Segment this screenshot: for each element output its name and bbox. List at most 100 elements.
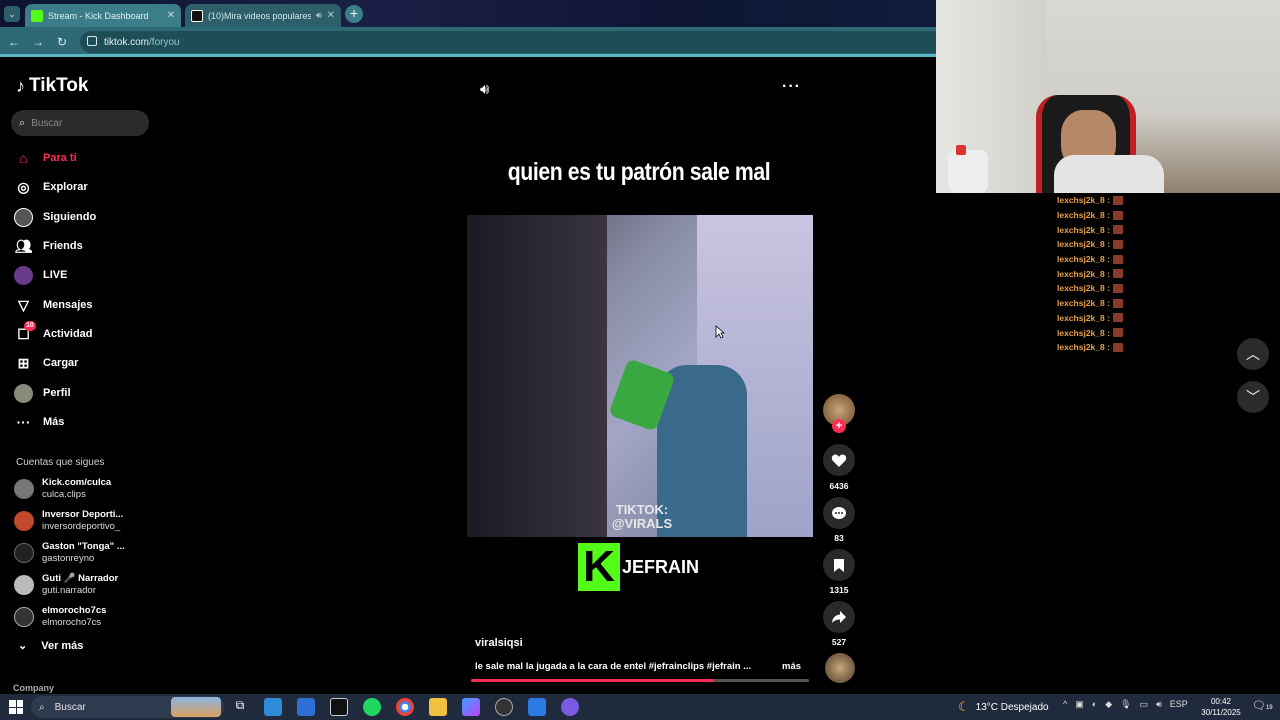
nav-actividad[interactable]: ☐ 10 Actividad: [14, 320, 93, 346]
windows-start-icon[interactable]: [9, 700, 23, 714]
weather-widget[interactable]: ☾ 13°C Despejado: [958, 699, 1049, 715]
following-account[interactable]: Inversor Deporti... inversordeportivo_: [14, 509, 123, 533]
reload-icon[interactable]: ↻: [53, 33, 71, 51]
notification-count: 19: [1265, 705, 1273, 711]
notifications-icon[interactable]: 🗨︎19: [1252, 699, 1273, 712]
nav-perfil[interactable]: Perfil: [14, 381, 71, 405]
volume-icon[interactable]: 🔊︎: [480, 81, 489, 98]
url-input[interactable]: tiktok.com/foryou: [80, 31, 936, 53]
account-name: Guti 🎤 Narrador: [42, 573, 119, 584]
see-more-button[interactable]: ⌄ Ver más: [18, 639, 83, 653]
nav-explorar[interactable]: ◎ Explorar: [14, 175, 87, 199]
video-person-foreground: [467, 215, 607, 537]
file-explorer-icon[interactable]: [429, 698, 447, 716]
friends-icon: 👥︎: [14, 237, 33, 254]
taskbar-clock[interactable]: 00:42 30/11/2025: [1200, 696, 1242, 718]
store-icon[interactable]: [264, 698, 282, 716]
nav-mas[interactable]: ··· Más: [14, 410, 65, 434]
tray-app-icon[interactable]: ◆: [1105, 699, 1112, 710]
microphone-icon[interactable]: 🎙︎: [1120, 699, 1131, 710]
more-options-icon[interactable]: ···: [782, 78, 801, 96]
share-arrow-icon: [832, 611, 846, 623]
kick-icon: [31, 9, 43, 22]
like-count: 6436: [829, 481, 849, 491]
following-account[interactable]: Kick.com/culca culca.clips: [14, 477, 111, 501]
share-button[interactable]: [823, 601, 855, 633]
copilot-icon[interactable]: [462, 698, 480, 716]
new-tab-button[interactable]: +: [345, 5, 363, 23]
nav-label: Cargar: [43, 357, 79, 369]
next-video-button[interactable]: ﹀: [1237, 381, 1269, 413]
chevron-down-icon: ⌄: [18, 640, 28, 652]
nav-siguiendo[interactable]: Siguiendo: [14, 205, 96, 229]
tiktok-app-icon[interactable]: [330, 698, 348, 716]
discord-icon[interactable]: [561, 698, 579, 716]
tray-app-icon[interactable]: ◐: [1092, 699, 1097, 710]
nav-mensajes[interactable]: ▽ Mensajes: [14, 293, 92, 317]
like-button[interactable]: [823, 444, 855, 476]
avatar: [14, 479, 34, 499]
music-disc-avatar[interactable]: [825, 653, 855, 683]
tiktok-logo[interactable]: ♪ TikTok: [16, 75, 88, 97]
save-button[interactable]: [823, 549, 855, 581]
chat-username: lexchsj2k_8 :: [1057, 327, 1110, 338]
share-count: 527: [831, 637, 847, 647]
task-view-icon[interactable]: ⧉: [231, 698, 249, 716]
speaker-icon[interactable]: 🔊︎: [316, 10, 322, 21]
following-account[interactable]: Guti 🎤 Narrador guti.narrador: [14, 573, 118, 597]
video-author[interactable]: viralsiqsi: [475, 637, 523, 649]
kick-logo-icon: K: [578, 542, 620, 591]
taskbar-search-label: Buscar: [54, 701, 86, 713]
account-name: Gaston "Tonga" ...: [42, 541, 125, 552]
tab-kick-dashboard[interactable]: Stream - Kick Dashboard ✕: [25, 4, 181, 27]
avatar: [14, 607, 34, 627]
chat-emote-icon: [1112, 269, 1123, 279]
video-player[interactable]: TIKTOK: @VIRALS: [467, 215, 813, 537]
outlook-icon[interactable]: [297, 698, 315, 716]
tab-search-icon[interactable]: ⌄: [4, 6, 20, 22]
language-indicator[interactable]: ESP: [1170, 699, 1188, 710]
speaker-icon[interactable]: 🔊︎: [1156, 699, 1162, 710]
chrome-icon[interactable]: [396, 698, 414, 716]
bookmark-icon: [834, 558, 844, 572]
webcam-overlay: [936, 0, 1280, 193]
chat-username: lexchsj2k_8 :: [1057, 254, 1110, 265]
app-icon[interactable]: [528, 698, 546, 716]
chat-emote-icon: [1112, 328, 1123, 338]
close-tab-icon[interactable]: ✕: [167, 10, 175, 21]
streamer-shirt: [1054, 155, 1164, 193]
nav-live[interactable]: LIVE: [14, 263, 67, 287]
windows-taskbar: ⌕ Buscar ⧉ ☾ 13°C Despejado ^ ▣ ◐ ◆ 🎙︎ ▭…: [0, 694, 1280, 720]
previous-video-button[interactable]: ︿: [1237, 338, 1269, 370]
obs-icon[interactable]: [495, 698, 513, 716]
streamer-logo: K JEFRAIN: [578, 542, 699, 591]
video-progress-bar[interactable]: [471, 679, 809, 682]
follow-button[interactable]: +: [832, 419, 846, 433]
chat-emote-icon: [1112, 225, 1123, 235]
upload-icon: ⊞: [17, 354, 30, 371]
search-input[interactable]: ⌕ Buscar: [11, 110, 149, 136]
following-account[interactable]: Gaston "Tonga" ... gastonreyno: [14, 541, 125, 565]
back-icon[interactable]: ←: [5, 33, 23, 51]
comment-button[interactable]: [823, 497, 855, 529]
close-tab-icon[interactable]: ✕: [327, 10, 335, 21]
description-more-button[interactable]: más: [782, 661, 801, 672]
following-account[interactable]: elmorocho7cs elmorocho7cs: [14, 605, 106, 629]
nav-cargar[interactable]: ⊞ Cargar: [14, 351, 79, 375]
network-icon[interactable]: ▭: [1140, 699, 1149, 710]
spotify-icon[interactable]: [363, 698, 381, 716]
nav-friends[interactable]: 👥︎ Friends: [14, 234, 83, 258]
nav-label: LIVE: [43, 269, 68, 281]
tab-tiktok[interactable]: (10)Mira videos populares 🔊︎ ✕: [185, 4, 341, 27]
tray-chevron-icon[interactable]: ^: [1063, 699, 1067, 710]
chat-message: lexchsj2k_8 :: [1057, 208, 1123, 223]
forward-icon[interactable]: →: [29, 33, 47, 51]
browser-tab-bar: ⌄ Stream - Kick Dashboard ✕ (10)Mira vid…: [0, 0, 936, 27]
taskbar-search[interactable]: ⌕ Buscar: [31, 696, 224, 718]
site-info-icon[interactable]: [87, 36, 97, 46]
tray-app-icon[interactable]: ▣: [1075, 699, 1084, 710]
company-link[interactable]: Company: [13, 683, 54, 693]
live-avatar: [14, 265, 33, 285]
profile-avatar: [14, 383, 33, 403]
nav-para-ti[interactable]: ⌂ Para ti: [14, 146, 76, 170]
